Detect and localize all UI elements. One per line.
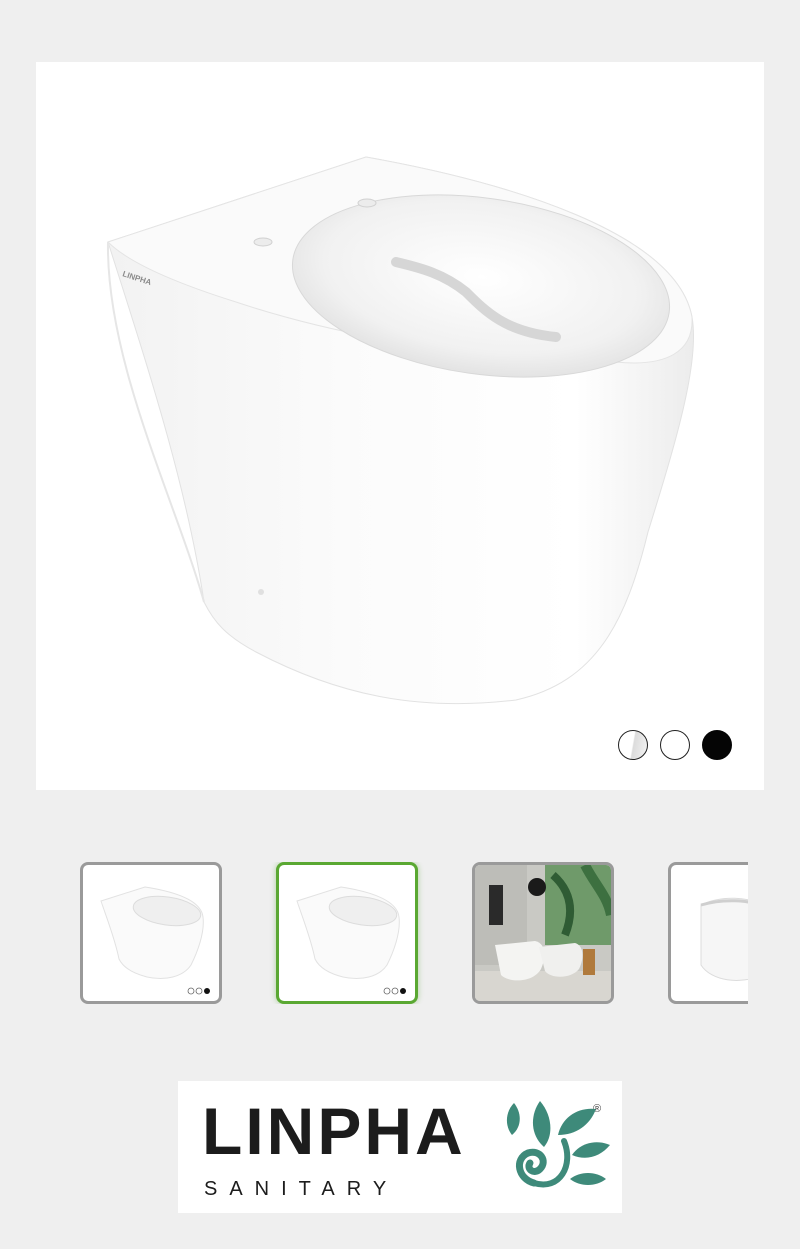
toilet-thumbnail-image: [296, 886, 406, 995]
thumbnail-4[interactable]: [668, 862, 748, 1004]
toilet-thumbnail-image: [100, 886, 210, 995]
thumbnail-1[interactable]: [80, 862, 222, 1004]
brand-logo: LINPHA SANITARY ®: [178, 1081, 622, 1213]
color-swatches: [618, 730, 738, 764]
thumbnail-3[interactable]: [472, 862, 614, 1004]
product-main-image: LINPHA: [36, 62, 764, 790]
swatch-white-matte[interactable]: [660, 730, 690, 760]
thumbnail-gallery: [80, 862, 748, 1004]
toilet-side-thumbnail-image: [700, 897, 748, 981]
brand-subtitle: SANITARY: [204, 1178, 399, 1200]
bathroom-scene-image: [475, 865, 611, 1001]
swatch-white-gloss[interactable]: [618, 730, 648, 760]
leaf-logo-icon: [506, 1101, 610, 1188]
swatch-black[interactable]: [702, 730, 732, 760]
thumbnail-2[interactable]: [276, 862, 418, 1004]
toilet-illustration: LINPHA: [106, 156, 695, 705]
brand-name: LINPHA: [202, 1094, 466, 1168]
